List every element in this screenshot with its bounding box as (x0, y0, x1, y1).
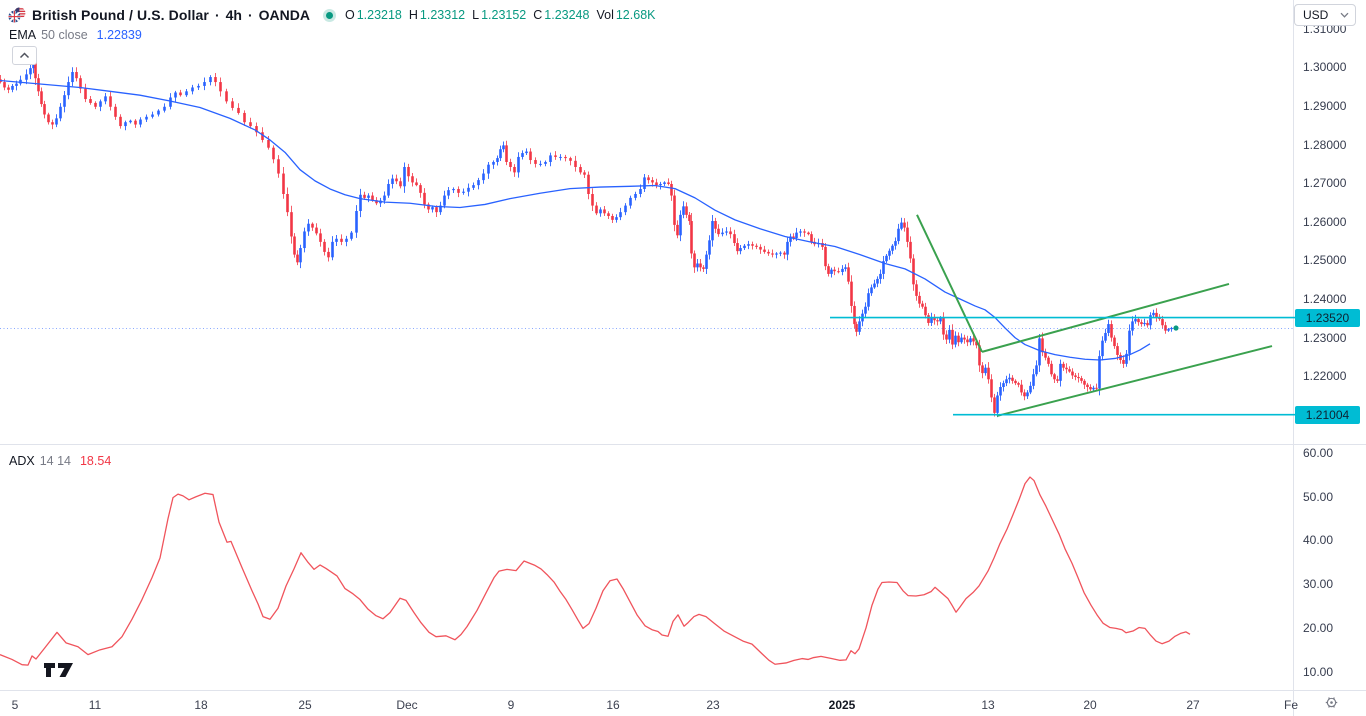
adx-axis-label[interactable]: 30.00 (1303, 577, 1333, 591)
volume-label: Vol (596, 8, 613, 22)
gear-icon (1324, 695, 1339, 710)
pair-flags-icon (8, 7, 26, 23)
axis-settings-button[interactable] (1324, 695, 1339, 713)
time-axis-label[interactable]: 13 (981, 698, 994, 712)
interval-label: 4h (226, 7, 242, 23)
level-price-tag: 1.23520 (1295, 309, 1360, 327)
chart-canvas[interactable] (0, 0, 1366, 716)
adx-name: ADX (9, 454, 35, 468)
tradingview-logo[interactable] (42, 660, 78, 685)
volume-value: 12.68K (616, 8, 656, 22)
price-axis-label[interactable]: 1.26000 (1303, 215, 1346, 229)
title-separator: · (215, 7, 220, 23)
tradingview-chart-window: 1.310001.300001.290001.280001.270001.260… (0, 0, 1366, 716)
tradingview-logo-icon (42, 660, 78, 680)
close-label: C (533, 8, 542, 22)
time-axis-label[interactable]: 27 (1186, 698, 1199, 712)
symbol-header[interactable]: British Pound / U.S. Dollar · 4h · OANDA… (8, 5, 655, 25)
price-axis-label[interactable]: 1.24000 (1303, 292, 1346, 306)
symbol-title: British Pound / U.S. Dollar (32, 7, 209, 23)
price-axis-label[interactable]: 1.28000 (1303, 138, 1346, 152)
ema-name: EMA (9, 28, 36, 42)
high-value: 1.23312 (420, 8, 465, 22)
time-axis-label[interactable]: 11 (89, 698, 101, 712)
time-axis-label[interactable]: 2025 (829, 698, 856, 712)
time-axis-label[interactable]: 16 (606, 698, 619, 712)
time-axis-label[interactable]: 20 (1083, 698, 1096, 712)
market-open-dot (326, 12, 333, 19)
time-axis-label[interactable]: Dec (396, 698, 417, 712)
adx-params: 14 14 (40, 454, 71, 468)
time-axis-label[interactable]: 5 (12, 698, 19, 712)
price-axis-label[interactable]: 1.29000 (1303, 99, 1346, 113)
high-label: H (409, 8, 418, 22)
price-axis-label[interactable]: 1.22000 (1303, 369, 1346, 383)
low-value: 1.23152 (481, 8, 526, 22)
low-label: L (472, 8, 479, 22)
currency-dropdown[interactable]: USD (1294, 4, 1356, 26)
adx-axis-label[interactable]: 60.00 (1303, 446, 1333, 460)
currency-dropdown-value: USD (1303, 8, 1328, 22)
price-axis-label[interactable]: 1.25000 (1303, 253, 1346, 267)
adx-axis-label[interactable]: 10.00 (1303, 665, 1333, 679)
adx-value: 18.54 (80, 454, 111, 468)
price-axis-label[interactable]: 1.30000 (1303, 60, 1346, 74)
adx-legend-row[interactable]: ADX 14 14 18.54 (9, 454, 111, 468)
pane-collapse-button[interactable] (12, 46, 37, 65)
time-axis-label[interactable]: Fe (1284, 698, 1298, 712)
adx-axis-label[interactable]: 20.00 (1303, 621, 1333, 635)
time-axis-label[interactable]: 23 (706, 698, 719, 712)
title-separator: · (248, 7, 253, 23)
chevron-up-icon (19, 52, 30, 59)
ohlc-readout: O1.23218 H1.23312 L1.23152 C1.23248 Vol1… (345, 8, 656, 22)
close-value: 1.23248 (544, 8, 589, 22)
time-axis-label[interactable]: 18 (194, 698, 207, 712)
time-axis-label[interactable]: 9 (508, 698, 515, 712)
ema-legend-row[interactable]: EMA 50 close 1.22839 (9, 28, 142, 42)
time-axis-label[interactable]: 25 (298, 698, 311, 712)
adx-axis-label[interactable]: 40.00 (1303, 533, 1333, 547)
open-value: 1.23218 (357, 8, 402, 22)
adx-axis-label[interactable]: 50.00 (1303, 490, 1333, 504)
exchange-label: OANDA (259, 7, 310, 23)
price-axis-label[interactable]: 1.23000 (1303, 331, 1346, 345)
open-label: O (345, 8, 355, 22)
chevron-down-icon (1340, 12, 1349, 18)
price-axis-label[interactable]: 1.27000 (1303, 176, 1346, 190)
ema-value: 1.22839 (97, 28, 142, 42)
ema-params: 50 close (41, 28, 88, 42)
level-price-tag: 1.21004 (1295, 406, 1360, 424)
